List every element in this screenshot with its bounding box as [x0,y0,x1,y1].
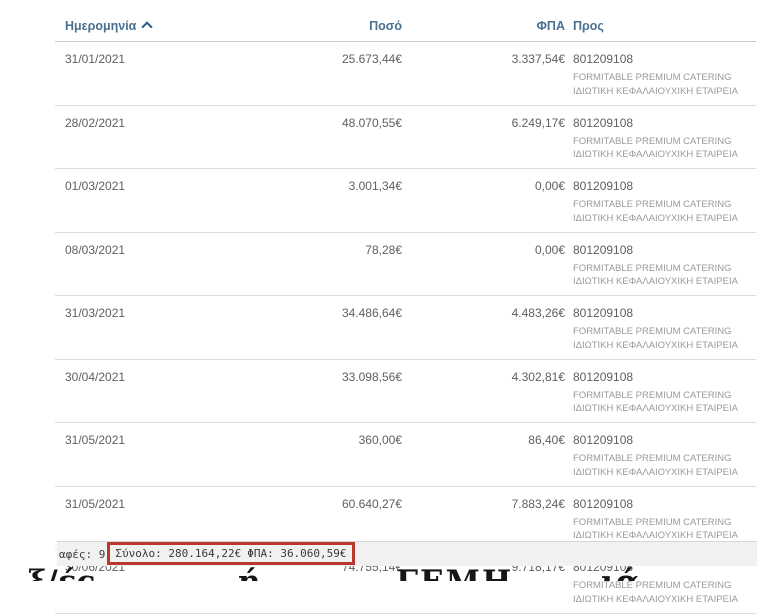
recipient-id: 801209108 [573,370,756,385]
recipient-name: FORMITABLE PREMIUM CATERING ΙΔΙΩΤΙΚΗ ΚΕΦ… [573,262,756,290]
caption-fragment: ιά [601,567,640,581]
table-row: 01/03/2021 3.001,34€ 0,00€ 801209108 FOR… [55,169,756,233]
sort-ascending-icon [142,21,153,32]
table-row: 28/02/2021 48.070,55€ 6.249,17€ 80120910… [55,106,756,170]
caption-fragment: ή [238,567,261,581]
cell-vat: 0,00€ [402,179,565,226]
cell-recipient: 801209108 FORMITABLE PREMIUM CATERING ΙΔ… [565,306,756,353]
column-header-recipient[interactable]: Προς [565,19,756,33]
recipient-name: FORMITABLE PREMIUM CATERING ΙΔΙΩΤΙΚΗ ΚΕΦ… [573,452,756,480]
transactions-table: Ημερομηνία Ποσό ΦΠΑ Προς 31/01/2021 25.6… [55,10,756,614]
recipient-id: 801209108 [573,306,756,321]
recipient-id: 801209108 [573,497,756,512]
cell-recipient: 801209108 FORMITABLE PREMIUM CATERING ΙΔ… [565,433,756,480]
table-row: 31/01/2021 25.673,44€ 3.337,54€ 80120910… [55,42,756,106]
cell-recipient: 801209108 FORMITABLE PREMIUM CATERING ΙΔ… [565,116,756,163]
cell-date: 30/04/2021 [55,370,275,417]
cell-vat: 0,00€ [402,243,565,290]
cell-amount: 33.098,56€ [275,370,402,417]
table-body: 31/01/2021 25.673,44€ 3.337,54€ 80120910… [55,42,756,614]
recipient-id: 801209108 [573,433,756,448]
cell-amount: 48.070,55€ [275,116,402,163]
recipient-name: FORMITABLE PREMIUM CATERING ΙΔΙΩΤΙΚΗ ΚΕΦ… [573,135,756,163]
table-row: 30/04/2021 33.098,56€ 4.302,81€ 80120910… [55,360,756,424]
cropped-caption-text: ξ/ές ή ΓΕΜΗ ιά [0,567,764,581]
recipient-id: 801209108 [573,52,756,67]
recipient-name: FORMITABLE PREMIUM CATERING ΙΔΙΩΤΙΚΗ ΚΕΦ… [573,389,756,417]
cell-recipient: 801209108 FORMITABLE PREMIUM CATERING ΙΔ… [565,370,756,417]
recipient-id: 801209108 [573,116,756,131]
recipient-name: FORMITABLE PREMIUM CATERING ΙΔΙΩΤΙΚΗ ΚΕΦ… [573,325,756,353]
recipient-id: 801209108 [573,243,756,258]
cell-date: 31/03/2021 [55,306,275,353]
cell-recipient: 801209108 FORMITABLE PREMIUM CATERING ΙΔ… [565,243,756,290]
cell-vat: 3.337,54€ [402,52,565,99]
cell-recipient: 801209108 FORMITABLE PREMIUM CATERING ΙΔ… [565,497,756,544]
column-header-vat[interactable]: ΦΠΑ [402,19,565,33]
cell-amount: 3.001,34€ [275,179,402,226]
table-row: 31/05/2021 360,00€ 86,40€ 801209108 FORM… [55,423,756,487]
cell-amount: 360,00€ [275,433,402,480]
column-header-date-label: Ημερομηνία [65,19,136,33]
totals-highlight-box: Σύνολο: 280.164,22€ ΦΠΑ: 36.060,59€ [107,542,354,565]
table-row: 31/03/2021 34.486,64€ 4.483,26€ 80120910… [55,296,756,360]
cell-vat: 4.483,26€ [402,306,565,353]
status-vat-total: ΦΠΑ: 36.060,59€ [247,547,346,560]
cell-amount: 60.640,27€ [275,497,402,544]
cell-recipient: 801209108 FORMITABLE PREMIUM CATERING ΙΔ… [565,52,756,99]
recipient-name: FORMITABLE PREMIUM CATERING ΙΔΙΩΤΙΚΗ ΚΕΦ… [573,198,756,226]
status-records-count: αφές: 9 [59,548,105,561]
column-header-amount[interactable]: Ποσό [275,19,402,33]
column-header-date[interactable]: Ημερομηνία [55,19,275,33]
cell-amount: 25.673,44€ [275,52,402,99]
table-header-row: Ημερομηνία Ποσό ΦΠΑ Προς [55,10,756,42]
cell-recipient: 801209108 FORMITABLE PREMIUM CATERING ΙΔ… [565,179,756,226]
cell-vat: 7.883,24€ [402,497,565,544]
caption-fragment-gemi: ΓΕΜΗ [396,567,513,581]
caption-fragment: ξ/ές [28,567,95,581]
cell-vat: 4.302,81€ [402,370,565,417]
table-row: 08/03/2021 78,28€ 0,00€ 801209108 FORMIT… [55,233,756,297]
recipient-name: FORMITABLE PREMIUM CATERING ΙΔΙΩΤΙΚΗ ΚΕΦ… [573,516,756,544]
cell-amount: 34.486,64€ [275,306,402,353]
cell-vat: 86,40€ [402,433,565,480]
cell-date: 31/05/2021 [55,433,275,480]
cell-date: 01/03/2021 [55,179,275,226]
cell-date: 08/03/2021 [55,243,275,290]
status-total: Σύνολο: 280.164,22€ [115,547,241,560]
cell-amount: 78,28€ [275,243,402,290]
recipient-name: FORMITABLE PREMIUM CATERING ΙΔΙΩΤΙΚΗ ΚΕΦ… [573,579,756,607]
cell-date: 31/01/2021 [55,52,275,99]
status-bar: αφές: 9 Σύνολο: 280.164,22€ ΦΠΑ: 36.060,… [57,541,757,566]
cell-vat: 6.249,17€ [402,116,565,163]
recipient-id: 801209108 [573,179,756,194]
recipient-name: FORMITABLE PREMIUM CATERING ΙΔΙΩΤΙΚΗ ΚΕΦ… [573,71,756,99]
cell-date: 28/02/2021 [55,116,275,163]
cell-date: 31/05/2021 [55,497,275,544]
